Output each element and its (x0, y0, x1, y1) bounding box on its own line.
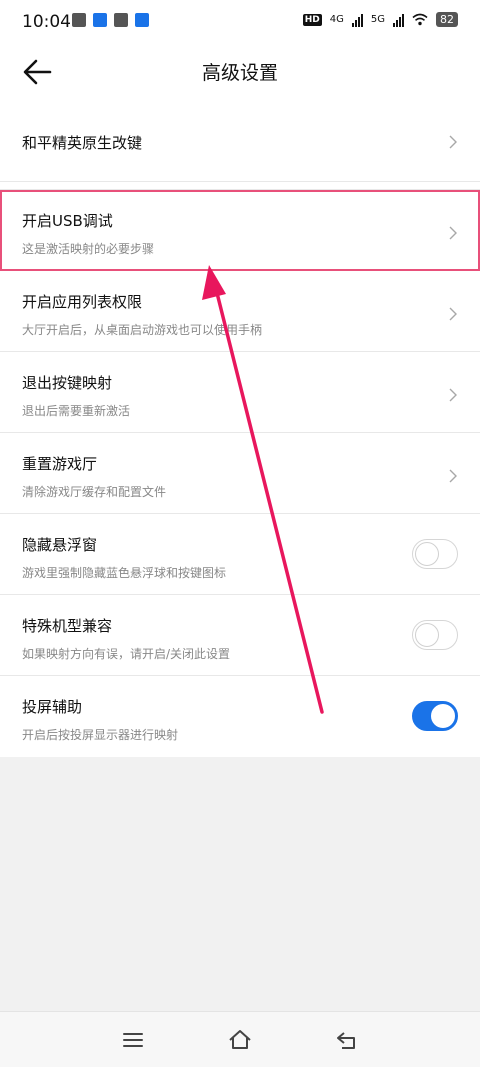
setting-special-model-compat: 特殊机型兼容 如果映射方向有误，请开启/关闭此设置 (0, 595, 480, 676)
back-nav-icon[interactable] (335, 1028, 359, 1052)
setting-title: 和平精英原生改键 (22, 134, 143, 152)
special-model-toggle[interactable] (412, 620, 458, 650)
toggle-knob (415, 623, 439, 647)
vpn-notification-icon (93, 13, 107, 27)
setting-title: 特殊机型兼容 (22, 617, 113, 635)
wifi-icon (412, 13, 428, 26)
setting-exit-key-mapping[interactable]: 退出按键映射 退出后需要重新激活 (0, 352, 480, 433)
battery-indicator: 82 (436, 12, 458, 27)
chevron-right-icon (449, 388, 457, 402)
toggle-knob (415, 542, 439, 566)
hide-floating-toggle[interactable] (412, 539, 458, 569)
status-time: 10:04 (22, 12, 71, 32)
menu-icon[interactable] (121, 1028, 145, 1052)
setting-title: 重置游戏厅 (22, 455, 98, 473)
setting-subtitle: 清除游戏厅缓存和配置文件 (22, 485, 167, 499)
status-indicators: HD 4G 5G 82 (302, 12, 458, 27)
setting-reset-game-hall[interactable]: 重置游戏厅 清除游戏厅缓存和配置文件 (0, 433, 480, 514)
notification-icons (72, 13, 149, 27)
setting-usb-debug[interactable]: 开启USB调试 这是激活映射的必要步骤 (0, 190, 480, 271)
setting-screen-cast-assist: 投屏辅助 开启后按投屏显示器进行映射 (0, 676, 480, 757)
setting-native-remap[interactable]: 和平精英原生改键 (0, 100, 480, 182)
section-divider (0, 182, 480, 190)
top-bar: 高级设置 (0, 44, 480, 100)
settings-list: 和平精英原生改键 开启USB调试 这是激活映射的必要步骤 开启应用列表权限 大厅… (0, 100, 480, 757)
status-bar: 10:04 HD 4G 5G 82 (0, 0, 480, 44)
chevron-right-icon (449, 307, 457, 321)
signal-icon (351, 13, 363, 27)
chevron-right-icon (449, 469, 457, 483)
screen-cast-toggle[interactable] (412, 701, 458, 731)
toggle-knob (431, 704, 455, 728)
setting-hide-floating-window: 隐藏悬浮窗 游戏里强制隐藏蓝色悬浮球和按键图标 (0, 514, 480, 595)
system-nav-bar (0, 1011, 480, 1067)
setting-app-list-permission[interactable]: 开启应用列表权限 大厅开启后，从桌面启动游戏也可以使用手柄 (0, 271, 480, 352)
hd-badge: HD (302, 13, 322, 26)
network-4g-label: 4G (329, 14, 344, 25)
page-title: 高级设置 (201, 62, 278, 84)
setting-subtitle: 这是激活映射的必要步骤 (22, 242, 155, 256)
setting-subtitle: 游戏里强制隐藏蓝色悬浮球和按键图标 (22, 566, 227, 580)
network-5g-label: 5G (370, 14, 385, 25)
setting-subtitle: 退出后需要重新激活 (22, 404, 131, 418)
chevron-right-icon (449, 135, 457, 149)
chevron-right-icon (449, 226, 457, 240)
setting-subtitle: 开启后按投屏显示器进行映射 (22, 728, 179, 742)
game-notification-icon (72, 13, 86, 27)
setting-subtitle: 大厅开启后，从桌面启动游戏也可以使用手柄 (22, 323, 263, 337)
signal-icon-2 (393, 13, 404, 27)
sim-notification-icon (114, 13, 128, 27)
home-icon[interactable] (228, 1028, 252, 1052)
setting-title: 退出按键映射 (22, 374, 113, 392)
app-notification-icon (135, 13, 149, 27)
setting-title: 开启USB调试 (22, 212, 113, 230)
setting-title: 投屏辅助 (22, 698, 83, 716)
setting-title: 开启应用列表权限 (22, 293, 143, 311)
setting-title: 隐藏悬浮窗 (22, 536, 98, 554)
setting-subtitle: 如果映射方向有误，请开启/关闭此设置 (22, 647, 231, 661)
